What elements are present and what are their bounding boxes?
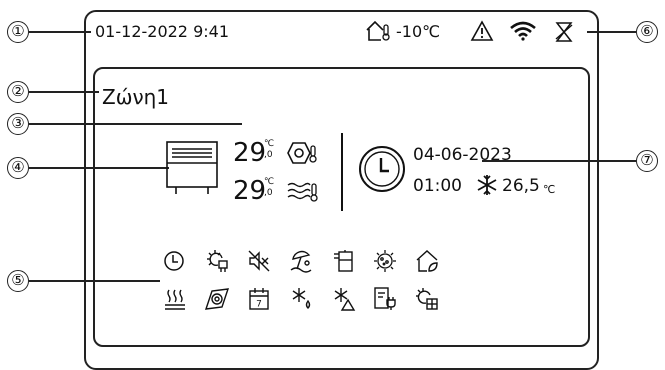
outdoor-temp: -10℃ [396, 22, 441, 41]
timer-icon [164, 251, 184, 271]
defrost-icon [555, 22, 573, 42]
callout-5-leader [29, 280, 160, 282]
home-thermometer-icon [366, 20, 390, 41]
status-datetime: 01-12-2022 9:41 [95, 22, 229, 41]
schedule-clock-icon[interactable] [358, 145, 406, 193]
callout-3: ③ [7, 113, 29, 135]
schedule-temp-unit: ℃ [543, 183, 556, 196]
panel-divider [341, 133, 343, 211]
room-temp-unit: ℃ [264, 177, 275, 187]
eco-home-icon [416, 250, 438, 272]
silent-mode-icon [248, 250, 270, 272]
weekly-schedule-icon: 7 [249, 288, 269, 310]
snow-alarm-icon [334, 288, 356, 311]
floor-heating-icon [165, 289, 185, 310]
callout-2-leader [29, 91, 99, 93]
warning-icon[interactable] [470, 20, 494, 42]
callout-1-leader [29, 31, 91, 33]
schedule-time: 01:00 [413, 176, 462, 196]
callout-2: ② [7, 81, 29, 103]
water-outlet-icon [287, 142, 317, 164]
callout-7: ⑦ [636, 150, 658, 172]
tank-heater-icon [334, 250, 353, 272]
callout-1: ① [7, 21, 29, 43]
water-temp-decimal: ,0 [264, 150, 273, 160]
room-air-icon [287, 182, 318, 202]
schedule-temp-value: 26,5 [502, 176, 540, 196]
cooling-mode-icon [477, 175, 497, 195]
vacation-icon [290, 250, 312, 273]
callout-3-leader [29, 123, 242, 125]
schedule-date: 04-06-2023 [413, 145, 512, 165]
callout-6-leader [587, 31, 636, 33]
heat-pump-unit-icon [166, 141, 218, 194]
calendar-day: 7 [256, 300, 262, 310]
room-temp-value: 29 [233, 176, 267, 206]
room-temp-decimal: ,0 [264, 188, 273, 198]
solar-heater-icon [207, 250, 228, 272]
wifi-icon[interactable] [509, 21, 537, 41]
water-temp-value: 29 [233, 138, 267, 168]
callout-5: ⑤ [7, 270, 29, 292]
sterilize-icon [374, 250, 396, 272]
smart-grid-icon [374, 287, 396, 310]
water-temp-unit: ℃ [264, 139, 275, 149]
electric-heater-icon [416, 288, 438, 310]
pump-icon [204, 288, 230, 310]
callout-4: ④ [7, 157, 29, 179]
callout-6: ⑥ [636, 21, 658, 43]
callout-4-leader [29, 167, 169, 169]
anti-freeze-icon [292, 288, 311, 309]
zone-name: Ζώνη1 [102, 85, 170, 109]
